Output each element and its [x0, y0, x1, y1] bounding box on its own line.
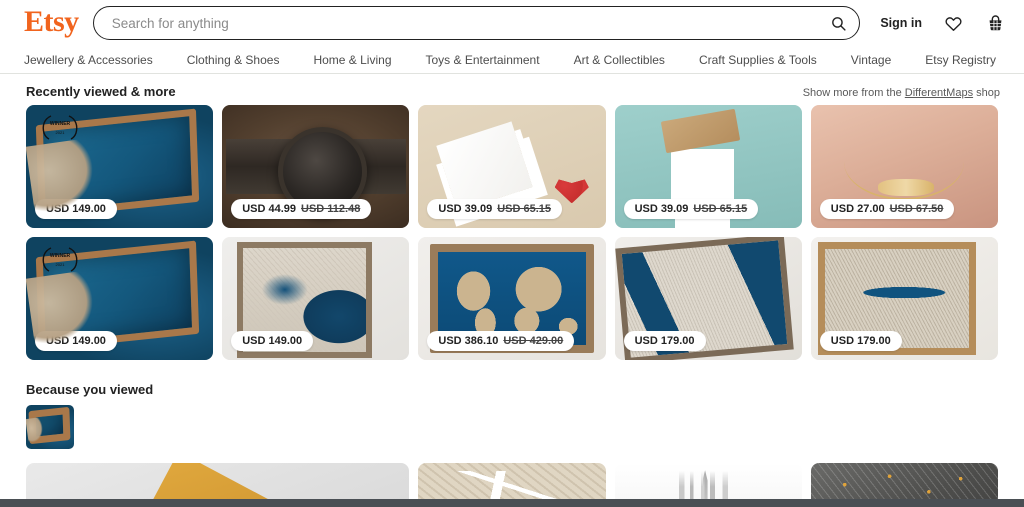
nav-item-home-living[interactable]: Home & Living [313, 53, 391, 67]
recently-viewed-header: Recently viewed & more Show more from th… [0, 74, 1024, 105]
price-current: USD 386.10 [438, 335, 498, 347]
nav-item-jewellery-accessories[interactable]: Jewellery & Accessories [24, 53, 153, 67]
recently-viewed-row-2: WINNER2021USD 149.00USD 149.00USD 386.10… [0, 237, 1024, 360]
category-nav: Jewellery & Accessories Clothing & Shoes H… [0, 46, 1024, 74]
nav-item-art-collectibles[interactable]: Art & Collectibles [574, 53, 665, 67]
nav-item-craft-supplies-tools[interactable]: Craft Supplies & Tools [699, 53, 817, 67]
product-card[interactable]: USD 39.09 USD 65.15 [418, 105, 605, 228]
price-badge: USD 179.00 [820, 331, 902, 351]
product-card[interactable]: USD 27.00 USD 67.50 [811, 105, 998, 228]
price-badge: USD 179.00 [624, 331, 706, 351]
price-original: USD 65.15 [693, 203, 747, 215]
show-more-shop-link[interactable]: Show more from the DifferentMaps shop [803, 87, 1000, 99]
product-card[interactable]: USD 179.00 [615, 237, 802, 360]
search-bar[interactable] [93, 6, 861, 40]
svg-text:WINNER: WINNER [50, 253, 71, 259]
product-card[interactable]: USD 386.10 USD 429.00 [418, 237, 605, 360]
page-bottom-bar [0, 499, 1024, 507]
price-current: USD 44.99 [242, 203, 296, 215]
price-badge: USD 39.09 USD 65.15 [624, 199, 759, 219]
site-header: Etsy Sign in [0, 0, 1024, 46]
price-badge: USD 149.00 [231, 331, 313, 351]
etsy-logo[interactable]: Etsy [24, 7, 79, 39]
price-current: USD 39.09 [438, 203, 492, 215]
price-current: USD 27.00 [831, 203, 885, 215]
product-card[interactable]: WINNER2021USD 149.00 [26, 105, 213, 228]
cart-button[interactable] [984, 12, 1006, 34]
basket-icon [986, 14, 1005, 33]
svg-text:2021: 2021 [56, 262, 66, 267]
price-current: USD 149.00 [242, 335, 302, 347]
product-card[interactable]: USD 179.00 [811, 237, 998, 360]
section-title-because-you-viewed: Because you viewed [0, 360, 1024, 405]
because-you-viewed-thumbnail[interactable] [26, 405, 74, 449]
nav-item-vintage[interactable]: Vintage [851, 53, 891, 67]
award-badge-icon: WINNER 2021 [36, 244, 84, 272]
price-original: USD 112.48 [301, 203, 360, 215]
price-badge: USD 39.09 USD 65.15 [427, 199, 562, 219]
nav-item-clothing-shoes[interactable]: Clothing & Shoes [187, 53, 280, 67]
sign-in-link[interactable]: Sign in [880, 16, 922, 30]
price-badge: USD 386.10 USD 429.00 [427, 331, 574, 351]
nav-item-toys-entertainment[interactable]: Toys & Entertainment [426, 53, 540, 67]
price-current: USD 179.00 [831, 335, 891, 347]
price-current: USD 179.00 [635, 335, 695, 347]
product-card[interactable]: USD 149.00 [222, 237, 409, 360]
product-card[interactable]: WINNER2021USD 149.00 [26, 237, 213, 360]
product-card[interactable]: USD 44.99 USD 112.48 [222, 105, 409, 228]
product-card[interactable]: USD 39.09 USD 65.15 [615, 105, 802, 228]
price-badge: USD 27.00 USD 67.50 [820, 199, 955, 219]
svg-text:2021: 2021 [56, 130, 66, 135]
favorites-button[interactable] [942, 12, 964, 34]
shop-name-link[interactable]: DifferentMaps [905, 87, 973, 99]
heart-icon [944, 14, 963, 33]
search-input[interactable] [112, 7, 824, 39]
price-original: USD 429.00 [503, 335, 563, 347]
price-current: USD 39.09 [635, 203, 689, 215]
award-badge-icon: WINNER 2021 [36, 112, 84, 140]
show-more-prefix: Show more from the [803, 87, 902, 99]
price-badge: USD 44.99 USD 112.48 [231, 199, 371, 219]
svg-text:WINNER: WINNER [50, 121, 71, 127]
price-original: USD 65.15 [497, 203, 551, 215]
nav-item-etsy-registry[interactable]: Etsy Registry [925, 53, 996, 67]
price-original: USD 67.50 [890, 203, 944, 215]
header-actions: Sign in [874, 12, 1006, 34]
search-icon [830, 15, 847, 32]
search-button[interactable] [823, 8, 853, 38]
section-title-recently-viewed: Recently viewed & more [26, 84, 176, 99]
recently-viewed-row-1: WINNER2021USD 149.00USD 44.99USD 112.48U… [0, 105, 1024, 228]
show-more-suffix: shop [976, 87, 1000, 99]
